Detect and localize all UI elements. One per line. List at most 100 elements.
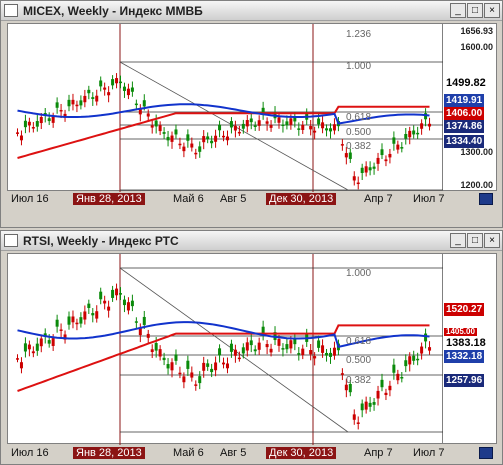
candle-body [233,349,237,356]
candle-body [103,87,107,90]
candle-body [170,135,174,142]
candlestick-chart [16,254,444,445]
candle-body [154,120,158,127]
candle-body [265,121,269,124]
candle-body [301,124,305,130]
ma-value-tag: 1406.00 [444,107,485,120]
candle-body [206,363,210,367]
candle-body [194,384,198,386]
candle-body [162,357,166,361]
candle-body [170,362,174,371]
candle-body [222,362,226,365]
candle-body [257,120,261,126]
fib-label: 0.500 [346,127,372,138]
time-tick-label: Июл 7 [413,193,445,205]
candle-body [285,121,289,126]
fib-label: 0.382 [346,141,372,152]
scale-toggle-icon[interactable] [479,193,493,205]
candle-body [39,338,43,347]
maximize-button[interactable]: □ [467,3,483,18]
candle-body [408,130,412,138]
time-tick-label: Июл 7 [413,447,445,459]
candle-body [317,118,321,125]
maximize-button[interactable]: □ [467,233,483,248]
candle-body [245,342,249,351]
candle-body [79,100,83,106]
candle-body [321,345,325,353]
candle-body [325,128,329,131]
time-tick-label: Май 6 [173,447,204,459]
close-button[interactable]: × [484,3,500,18]
candlestick-chart [16,24,444,192]
chart-window-rtsi[interactable]: RTSI, Weekly - Индекс РТС _ □ × 1.000 0.… [0,230,503,465]
candle-body [265,344,269,348]
candle-body [313,130,317,133]
candle-body [249,340,253,346]
candle-body [412,355,416,361]
candle-body [360,167,364,174]
time-tick-label-highlight: Янв 28, 2013 [73,193,145,205]
price-chart-area[interactable]: 1.000 0.618 0.500 0.382 [7,253,444,445]
candle-body [420,346,424,354]
time-tick-label-highlight: Дек 30, 2013 [266,447,337,459]
candle-body [281,124,285,127]
candle-body [126,302,130,311]
scale-toggle-icon[interactable] [479,447,493,459]
time-tick-label: Июл 16 [11,447,49,459]
candle-body [253,125,257,127]
candle-body [364,401,368,410]
candle-body [328,352,332,357]
candle-body [317,340,321,348]
price-axis[interactable]: 1520.27 1405.00 1383.18 1332.18 1257.96 [443,253,497,444]
candle-body [99,80,103,87]
candle-body [202,136,206,143]
close-button[interactable]: × [484,233,500,248]
candle-body [59,109,63,112]
time-tick-label-highlight: Янв 28, 2013 [73,447,145,459]
minimize-button[interactable]: _ [450,3,466,18]
candle-body [134,103,138,106]
chart-window-icon [4,4,18,17]
chart-window-micex[interactable]: MICEX, Weekly - Индекс ММВБ _ □ × 1.236 … [0,0,503,228]
candle-body [253,349,257,352]
price-chart-area[interactable]: 1.236 1.000 0.618 0.500 0.382 [7,23,444,192]
window-title: MICEX, Weekly - Индекс ММВБ [23,4,203,18]
candle-body [111,289,115,298]
candle-body [222,135,226,138]
candle-body [142,316,146,325]
time-tick-label-highlight: Дек 30, 2013 [266,193,337,205]
price-axis[interactable]: 1656.93 1600.00 1499.82 1419.91 1406.00 … [443,23,497,191]
ma-value-tag: 1332.18 [444,350,485,363]
candle-body [115,288,119,296]
minimize-button[interactable]: _ [450,233,466,248]
candle-body [400,147,404,149]
time-axis[interactable]: Июл 16 Янв 28, 2013 Май 6 Авг 5 Дек 30, … [7,446,497,462]
candle-body [408,356,412,365]
time-axis[interactable]: Июл 16 Янв 28, 2013 Май 6 Авг 5 Дек 30, … [7,192,497,208]
price-tick-label: 1200.00 [460,180,493,190]
candle-body [241,347,245,354]
candle-body [16,132,19,134]
candle-body [356,182,360,185]
candle-body [122,299,126,306]
title-bar[interactable]: RTSI, Weekly - Индекс РТС _ □ × [1,231,502,251]
candle-body [404,134,408,139]
price-tick-label: 1656.93 [460,26,493,36]
candle-body [313,356,317,359]
candle-body [229,121,233,128]
candle-body [352,176,356,181]
candle-body [424,333,428,342]
candle-body [380,379,384,388]
candle-body [328,128,332,132]
candle-body [269,125,273,128]
candle-body [281,348,285,350]
candle-body [126,88,130,96]
candle-body [174,354,178,361]
chart-window-icon [4,234,18,247]
candle-body [384,159,388,162]
level-value-tag: 1257.96 [444,374,485,387]
title-bar[interactable]: MICEX, Weekly - Индекс ММВБ _ □ × [1,1,502,21]
candle-body [16,358,19,360]
candle-body [166,136,170,141]
candle-body [31,351,35,354]
